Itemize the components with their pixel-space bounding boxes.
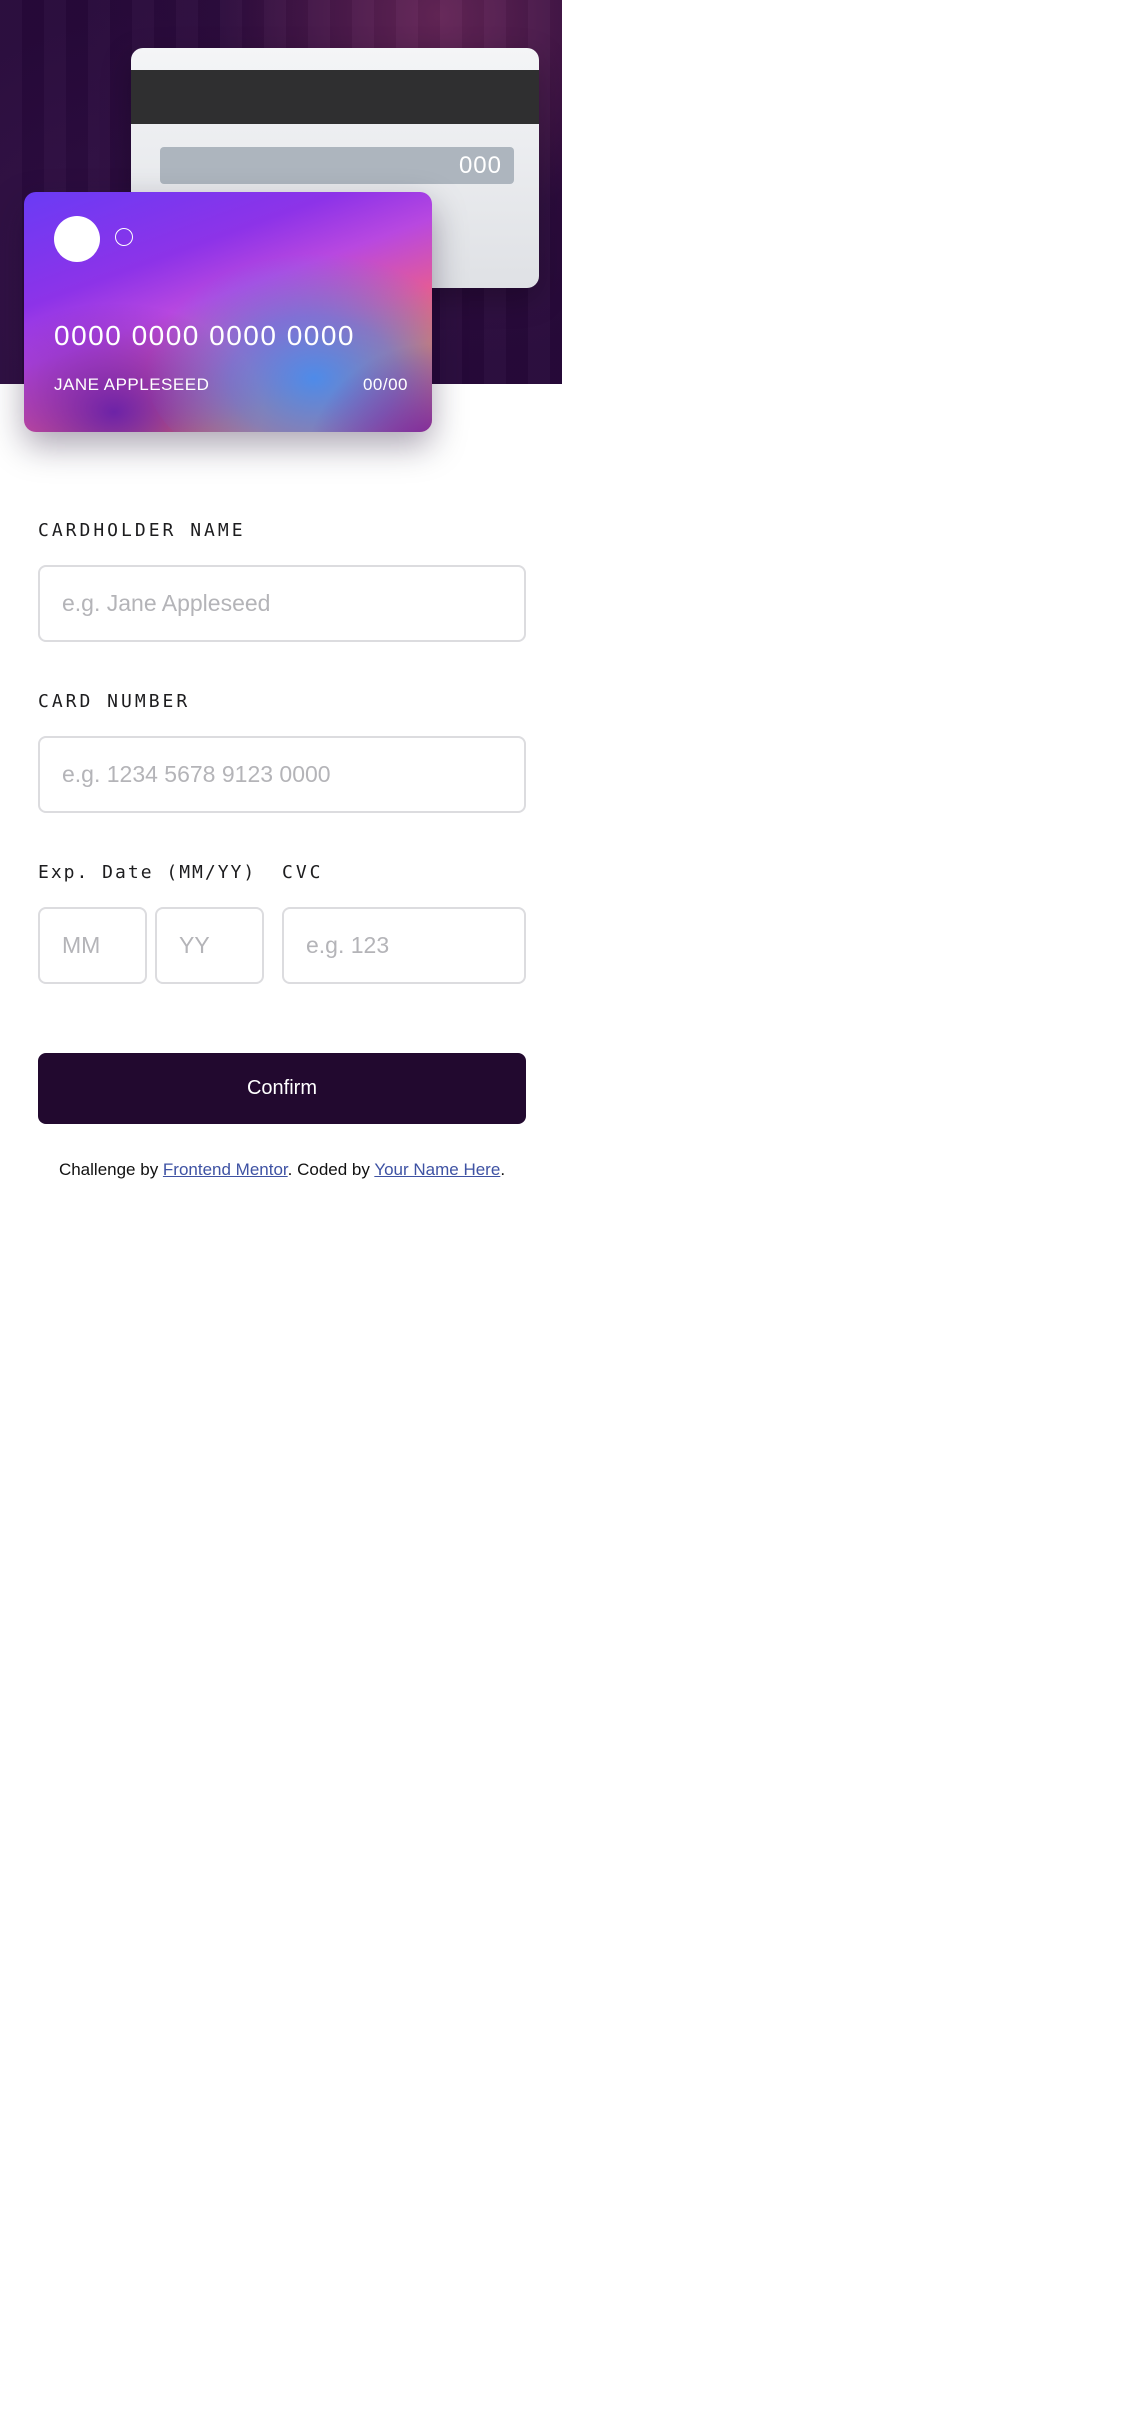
card-number-field[interactable] — [38, 736, 526, 813]
attribution-footer: Challenge by Frontend Mentor. Coded by Y… — [38, 1160, 526, 1180]
attribution-prefix: Challenge by — [58, 1160, 163, 1179]
exp-year-field[interactable] — [155, 907, 264, 984]
card-front: 0000 0000 0000 0000 JANE APPLESEED 00/00 — [24, 192, 432, 432]
attribution-suffix: . — [500, 1160, 506, 1179]
exp-month-input[interactable] — [62, 932, 123, 959]
cvc-field[interactable] — [282, 907, 526, 984]
cardholder-name-input[interactable] — [62, 590, 502, 617]
cvc-input[interactable] — [306, 932, 502, 959]
card-front-holder: JANE APPLESEED — [54, 375, 210, 394]
card-logo-outline-circle-icon — [115, 228, 133, 246]
author-link[interactable]: Your Name Here — [374, 1160, 500, 1179]
frontend-mentor-link[interactable]: Frontend Mentor — [163, 1160, 288, 1179]
exp-date-label: Exp. Date (MM/YY) — [38, 862, 257, 883]
card-logo-filled-circle-icon — [54, 216, 100, 262]
card-back-cvc: 000 — [458, 152, 502, 179]
attribution-middle: . Coded by — [287, 1160, 375, 1179]
card-front-number: 0000 0000 0000 0000 — [54, 320, 355, 351]
cardholder-name-field[interactable] — [38, 565, 526, 642]
card-magnetic-stripe — [131, 70, 539, 124]
cardholder-name-label: CARDHOLDER NAME — [38, 520, 246, 541]
card-front-expiry: 00/00 — [362, 375, 408, 394]
cvc-label: CVC — [282, 862, 324, 883]
exp-year-input[interactable] — [179, 932, 240, 959]
card-number-label: CARD NUMBER — [38, 691, 191, 712]
exp-month-field[interactable] — [38, 907, 147, 984]
card-number-input[interactable] — [62, 761, 502, 788]
card-signature-panel: 000 — [160, 147, 514, 184]
app-root: 000 0000 0000 0000 0000 JANE APPLESEED 0… — [0, 0, 1125, 2436]
confirm-button[interactable]: Confirm — [38, 1053, 526, 1124]
